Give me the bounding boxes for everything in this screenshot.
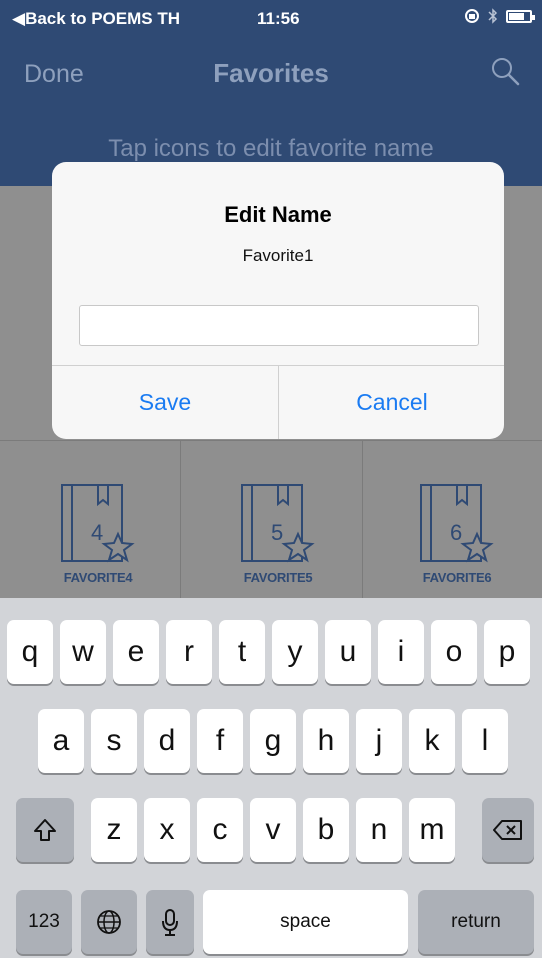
key-w[interactable]: w (60, 620, 106, 684)
key-f[interactable]: f (197, 709, 243, 773)
back-to-app-link[interactable]: ◀Back to POEMS TH (12, 9, 180, 29)
favorite-number: 4 (91, 520, 104, 545)
key-o[interactable]: o (431, 620, 477, 684)
status-time: 11:56 (257, 9, 300, 28)
status-bar: ◀Back to POEMS TH 11:56 (0, 0, 542, 40)
key-q[interactable]: q (7, 620, 53, 684)
keyboard: q w e r t y u i o p a s d f g h j k l z … (0, 598, 542, 958)
orientation-lock-icon (465, 9, 479, 23)
key-y[interactable]: y (272, 620, 318, 684)
favorite-label: FAVORITE5 (243, 570, 313, 585)
page-title: Favorites (213, 58, 329, 88)
key-l[interactable]: l (462, 709, 508, 773)
key-d[interactable]: d (144, 709, 190, 773)
key-s[interactable]: s (91, 709, 137, 773)
key-i[interactable]: i (378, 620, 424, 684)
edit-name-dialog: Edit Name Favorite1 Save Cancel (52, 162, 504, 439)
key-n[interactable]: n (356, 798, 402, 862)
key-j[interactable]: j (356, 709, 402, 773)
nav-bar: Done Favorites (0, 40, 542, 112)
name-input[interactable] (79, 305, 479, 346)
favorite-tile-6[interactable]: 6 FAVORITE6 (392, 482, 522, 592)
shift-key[interactable] (16, 798, 74, 862)
key-h[interactable]: h (303, 709, 349, 773)
delete-key[interactable] (482, 798, 534, 862)
grid-divider (180, 440, 181, 598)
globe-icon (97, 910, 121, 934)
key-p[interactable]: p (484, 620, 530, 684)
key-a[interactable]: a (38, 709, 84, 773)
favorite-number: 5 (271, 520, 284, 545)
favorite-tile-5[interactable]: 5 FAVORITE5 (213, 482, 343, 592)
key-u[interactable]: u (325, 620, 371, 684)
key-b[interactable]: b (303, 798, 349, 862)
favorite-label: FAVORITE6 (422, 570, 492, 585)
return-key[interactable]: return (418, 890, 534, 954)
microphone-icon (162, 909, 178, 936)
hint-text: Tap icons to edit favorite name (108, 135, 434, 162)
dialog-title: Edit Name (224, 202, 332, 227)
key-r[interactable]: r (166, 620, 212, 684)
status-icons (464, 8, 535, 24)
search-icon[interactable] (490, 56, 520, 86)
save-button[interactable]: Save (52, 366, 278, 439)
shift-icon (34, 819, 56, 841)
backspace-icon (493, 820, 522, 840)
key-z[interactable]: z (91, 798, 137, 862)
favorite-label: FAVORITE4 (63, 570, 133, 585)
globe-key[interactable] (81, 890, 137, 954)
key-t[interactable]: t (219, 620, 265, 684)
space-key[interactable]: space (203, 890, 408, 954)
cancel-button[interactable]: Cancel (279, 366, 504, 439)
favorite-number: 6 (450, 520, 463, 545)
favorite-tile-4[interactable]: 4 FAVORITE4 (33, 482, 163, 592)
grid-divider (0, 440, 542, 441)
key-k[interactable]: k (409, 709, 455, 773)
key-x[interactable]: x (144, 798, 190, 862)
key-e[interactable]: e (113, 620, 159, 684)
dictation-key[interactable] (146, 890, 194, 954)
battery-icon (506, 9, 535, 23)
numbers-key[interactable]: 123 (16, 890, 72, 954)
bluetooth-icon (488, 8, 498, 24)
grid-divider (362, 440, 363, 598)
key-v[interactable]: v (250, 798, 296, 862)
key-m[interactable]: m (409, 798, 455, 862)
key-g[interactable]: g (250, 709, 296, 773)
key-c[interactable]: c (197, 798, 243, 862)
dialog-message: Favorite1 (242, 246, 314, 265)
